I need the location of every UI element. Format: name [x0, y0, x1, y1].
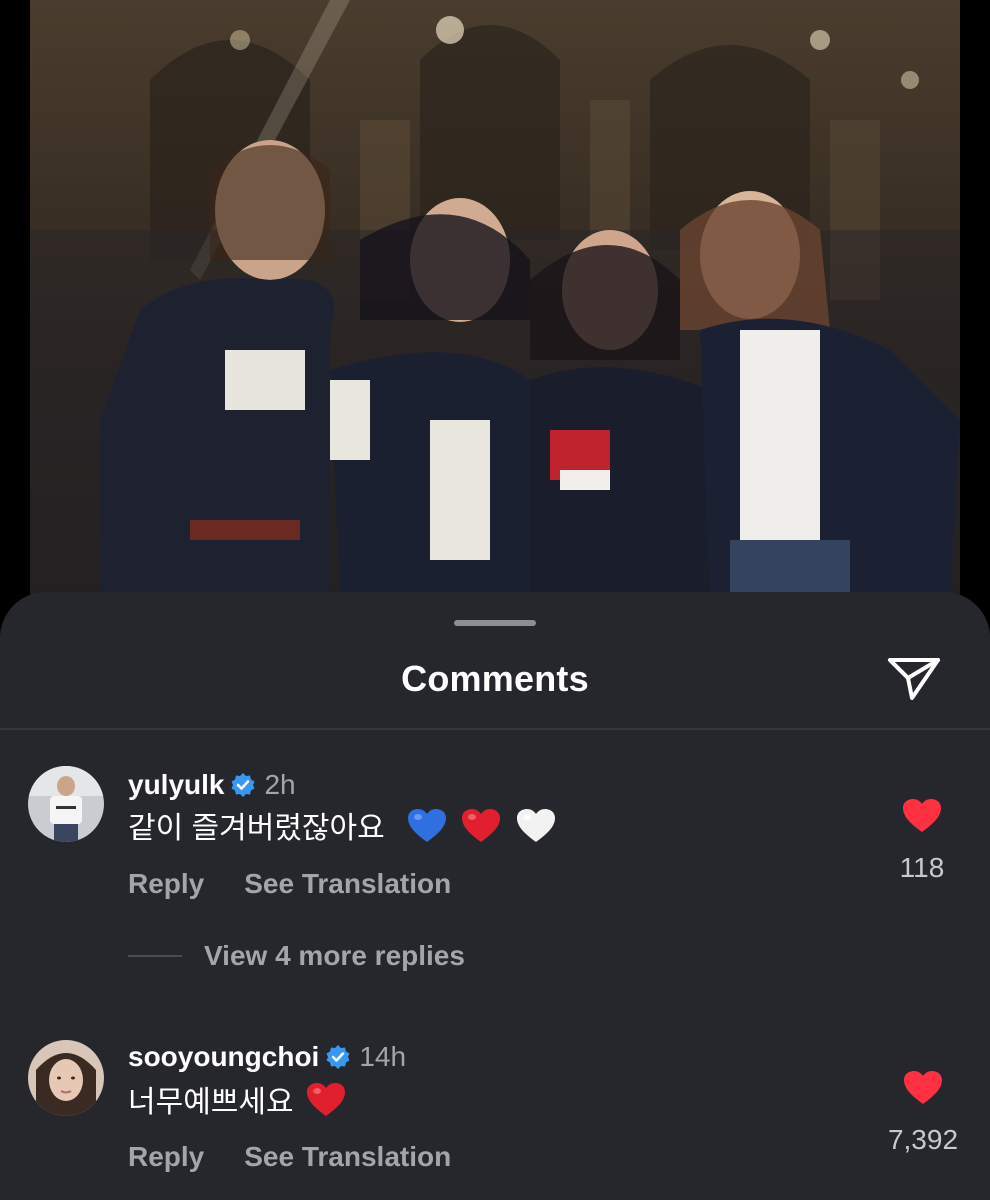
red-heart-emoji-icon: [306, 1083, 345, 1116]
share-button[interactable]: [884, 652, 944, 704]
comment-header: yulyulk 2h: [128, 768, 296, 802]
like-count: 7,392: [887, 1124, 959, 1155]
comment-actions: Reply See Translation: [128, 1141, 451, 1173]
like-button[interactable]: 7,392: [878, 1070, 968, 1156]
see-translation-button[interactable]: See Translation: [244, 1141, 451, 1172]
post-photo[interactable]: [30, 0, 960, 600]
like-count: 118: [899, 852, 945, 883]
comment-body: 너무예쁘세요: [128, 1086, 294, 1119]
heart-filled-icon: [903, 799, 941, 832]
verified-badge-icon: [326, 1045, 350, 1069]
avatar-yulyulk[interactable]: [28, 766, 104, 842]
username[interactable]: sooyoungchoi: [128, 1041, 319, 1072]
comment-text: 너무예쁘세요: [128, 1082, 346, 1123]
like-button[interactable]: 118: [882, 798, 962, 884]
comment-text: 같이 즐겨버렸잖아요: [128, 808, 556, 849]
comment-body: 같이 즐겨버렸잖아요: [128, 812, 385, 845]
header-divider: [0, 728, 990, 730]
sheet-drag-handle[interactable]: [454, 620, 536, 626]
replies-divider-line: [128, 955, 182, 957]
reply-button[interactable]: Reply: [128, 1141, 204, 1172]
view-replies-label: View 4 more replies: [204, 940, 465, 971]
comment-time: 2h: [264, 769, 296, 800]
red-heart-emoji-icon: [462, 809, 501, 842]
paper-plane-icon: [888, 658, 940, 700]
see-translation-button[interactable]: See Translation: [244, 868, 451, 899]
blue-heart-emoji-icon: [408, 809, 447, 842]
instagram-post-screen: Comments yulyulk 2h 같이 즐겨버렸잖아요 Reply See…: [0, 0, 990, 1200]
comment-time: 14h: [359, 1041, 407, 1072]
sheet-title: Comments: [401, 658, 589, 699]
avatar-sooyoungchoi[interactable]: [28, 1040, 104, 1116]
reply-button[interactable]: Reply: [128, 868, 204, 899]
heart-filled-icon: [904, 1071, 942, 1104]
comment-header: sooyoungchoi 14h: [128, 1040, 406, 1074]
verified-badge-icon: [231, 773, 255, 797]
comment-actions: Reply See Translation: [128, 868, 451, 900]
username[interactable]: yulyulk: [128, 769, 224, 800]
view-more-replies-button[interactable]: View 4 more replies: [128, 940, 465, 972]
white-heart-emoji-icon: [516, 809, 555, 842]
